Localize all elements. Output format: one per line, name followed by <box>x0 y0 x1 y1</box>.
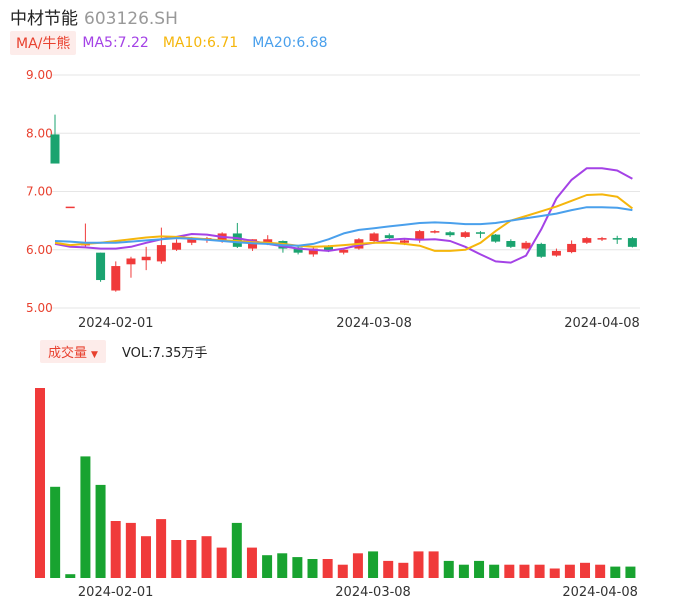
candle-body <box>627 238 637 247</box>
candle-body <box>551 250 561 256</box>
volume-bar <box>95 484 106 578</box>
volume-bar <box>50 486 61 578</box>
y-tick-label: 6.00 <box>26 243 53 257</box>
volume-bar <box>443 560 454 578</box>
volume-bar <box>231 522 242 578</box>
volume-bar <box>595 564 606 578</box>
volume-bar <box>186 540 197 578</box>
ma20-line <box>54 206 633 247</box>
volume-bar <box>610 566 621 578</box>
volume-bar <box>277 553 288 578</box>
candle-body <box>96 252 106 281</box>
volume-bar <box>489 564 500 578</box>
candle-body <box>111 266 121 291</box>
candle-body <box>156 245 166 262</box>
volume-bar <box>383 560 394 578</box>
volume-bar <box>246 547 257 578</box>
candle-body <box>491 234 501 242</box>
candle-body <box>172 242 182 250</box>
candle-body <box>445 232 455 236</box>
volume-bar <box>368 551 379 578</box>
x-tick-label: 2024-02-01 <box>78 316 154 331</box>
volume-bar <box>625 566 636 578</box>
volume-bar <box>201 536 212 578</box>
candle-body <box>521 242 531 249</box>
candle-body <box>475 232 485 234</box>
x-tick-label: 2024-02-01 <box>78 585 154 600</box>
ma-lines <box>54 167 634 264</box>
price-date-axis: 2024-02-01 2024-03-08 2024-04-08 <box>78 316 640 331</box>
volume-bar <box>534 564 545 578</box>
candle-body <box>65 206 75 209</box>
volume-bar <box>307 559 318 578</box>
candle-body <box>50 134 60 164</box>
volume-bar <box>549 568 560 578</box>
candle-body <box>506 241 516 247</box>
volume-bar <box>171 540 182 578</box>
volume-bar <box>140 536 151 578</box>
volume-bar <box>292 557 303 578</box>
price-grid <box>52 74 640 309</box>
x-tick-label: 2024-03-08 <box>335 585 411 600</box>
x-tick-label: 2024-03-08 <box>336 316 412 331</box>
volume-bar <box>216 547 227 578</box>
candle-body <box>612 238 622 240</box>
candle-body <box>369 233 379 242</box>
volume-bar <box>428 551 439 578</box>
candle-body <box>126 258 136 265</box>
volume-bar <box>413 551 424 578</box>
volume-date-axis: 2024-02-01 2024-03-08 2024-04-08 <box>78 585 638 600</box>
candle-body <box>582 238 592 243</box>
volume-bar <box>580 562 591 578</box>
x-tick-label: 2024-04-08 <box>564 316 640 331</box>
volume-bar <box>458 564 469 578</box>
price-axis: 9.00 8.00 7.00 6.00 5.00 <box>26 68 53 315</box>
volume-bar <box>322 559 333 578</box>
volume-bar <box>35 388 45 578</box>
y-tick-label: 5.00 <box>26 301 53 315</box>
volume-bar <box>110 521 121 578</box>
ma10-line <box>54 193 634 252</box>
volume-bar <box>65 574 76 578</box>
candle-body <box>597 238 607 240</box>
candle-body <box>399 240 409 243</box>
volume-bar <box>80 456 91 578</box>
volume-bar <box>504 564 515 578</box>
y-tick-label: 9.00 <box>26 68 53 82</box>
volume-bar <box>398 562 409 578</box>
volume-bar <box>125 522 136 578</box>
volume-bar <box>262 555 273 578</box>
volume-bar <box>519 564 530 578</box>
candles <box>50 114 637 292</box>
volume-bars <box>35 388 636 578</box>
kline-chart[interactable]: 9.00 8.00 7.00 6.00 5.00 2024-02-01 2024-03-0… <box>0 0 686 606</box>
volume-bar <box>564 564 575 578</box>
volume-bar <box>352 553 363 578</box>
candle-body <box>384 235 394 239</box>
candle-body <box>141 256 151 261</box>
y-tick-label: 7.00 <box>26 185 53 199</box>
y-tick-label: 8.00 <box>26 126 53 140</box>
candle-body <box>567 243 577 253</box>
candle-body <box>536 243 546 257</box>
candle-body <box>460 232 470 237</box>
volume-bar <box>156 519 167 578</box>
volume-bar <box>474 560 485 578</box>
candle-body <box>430 231 440 233</box>
volume-bar <box>337 564 348 578</box>
candle-body <box>339 249 349 253</box>
x-tick-label: 2024-04-08 <box>562 585 638 600</box>
